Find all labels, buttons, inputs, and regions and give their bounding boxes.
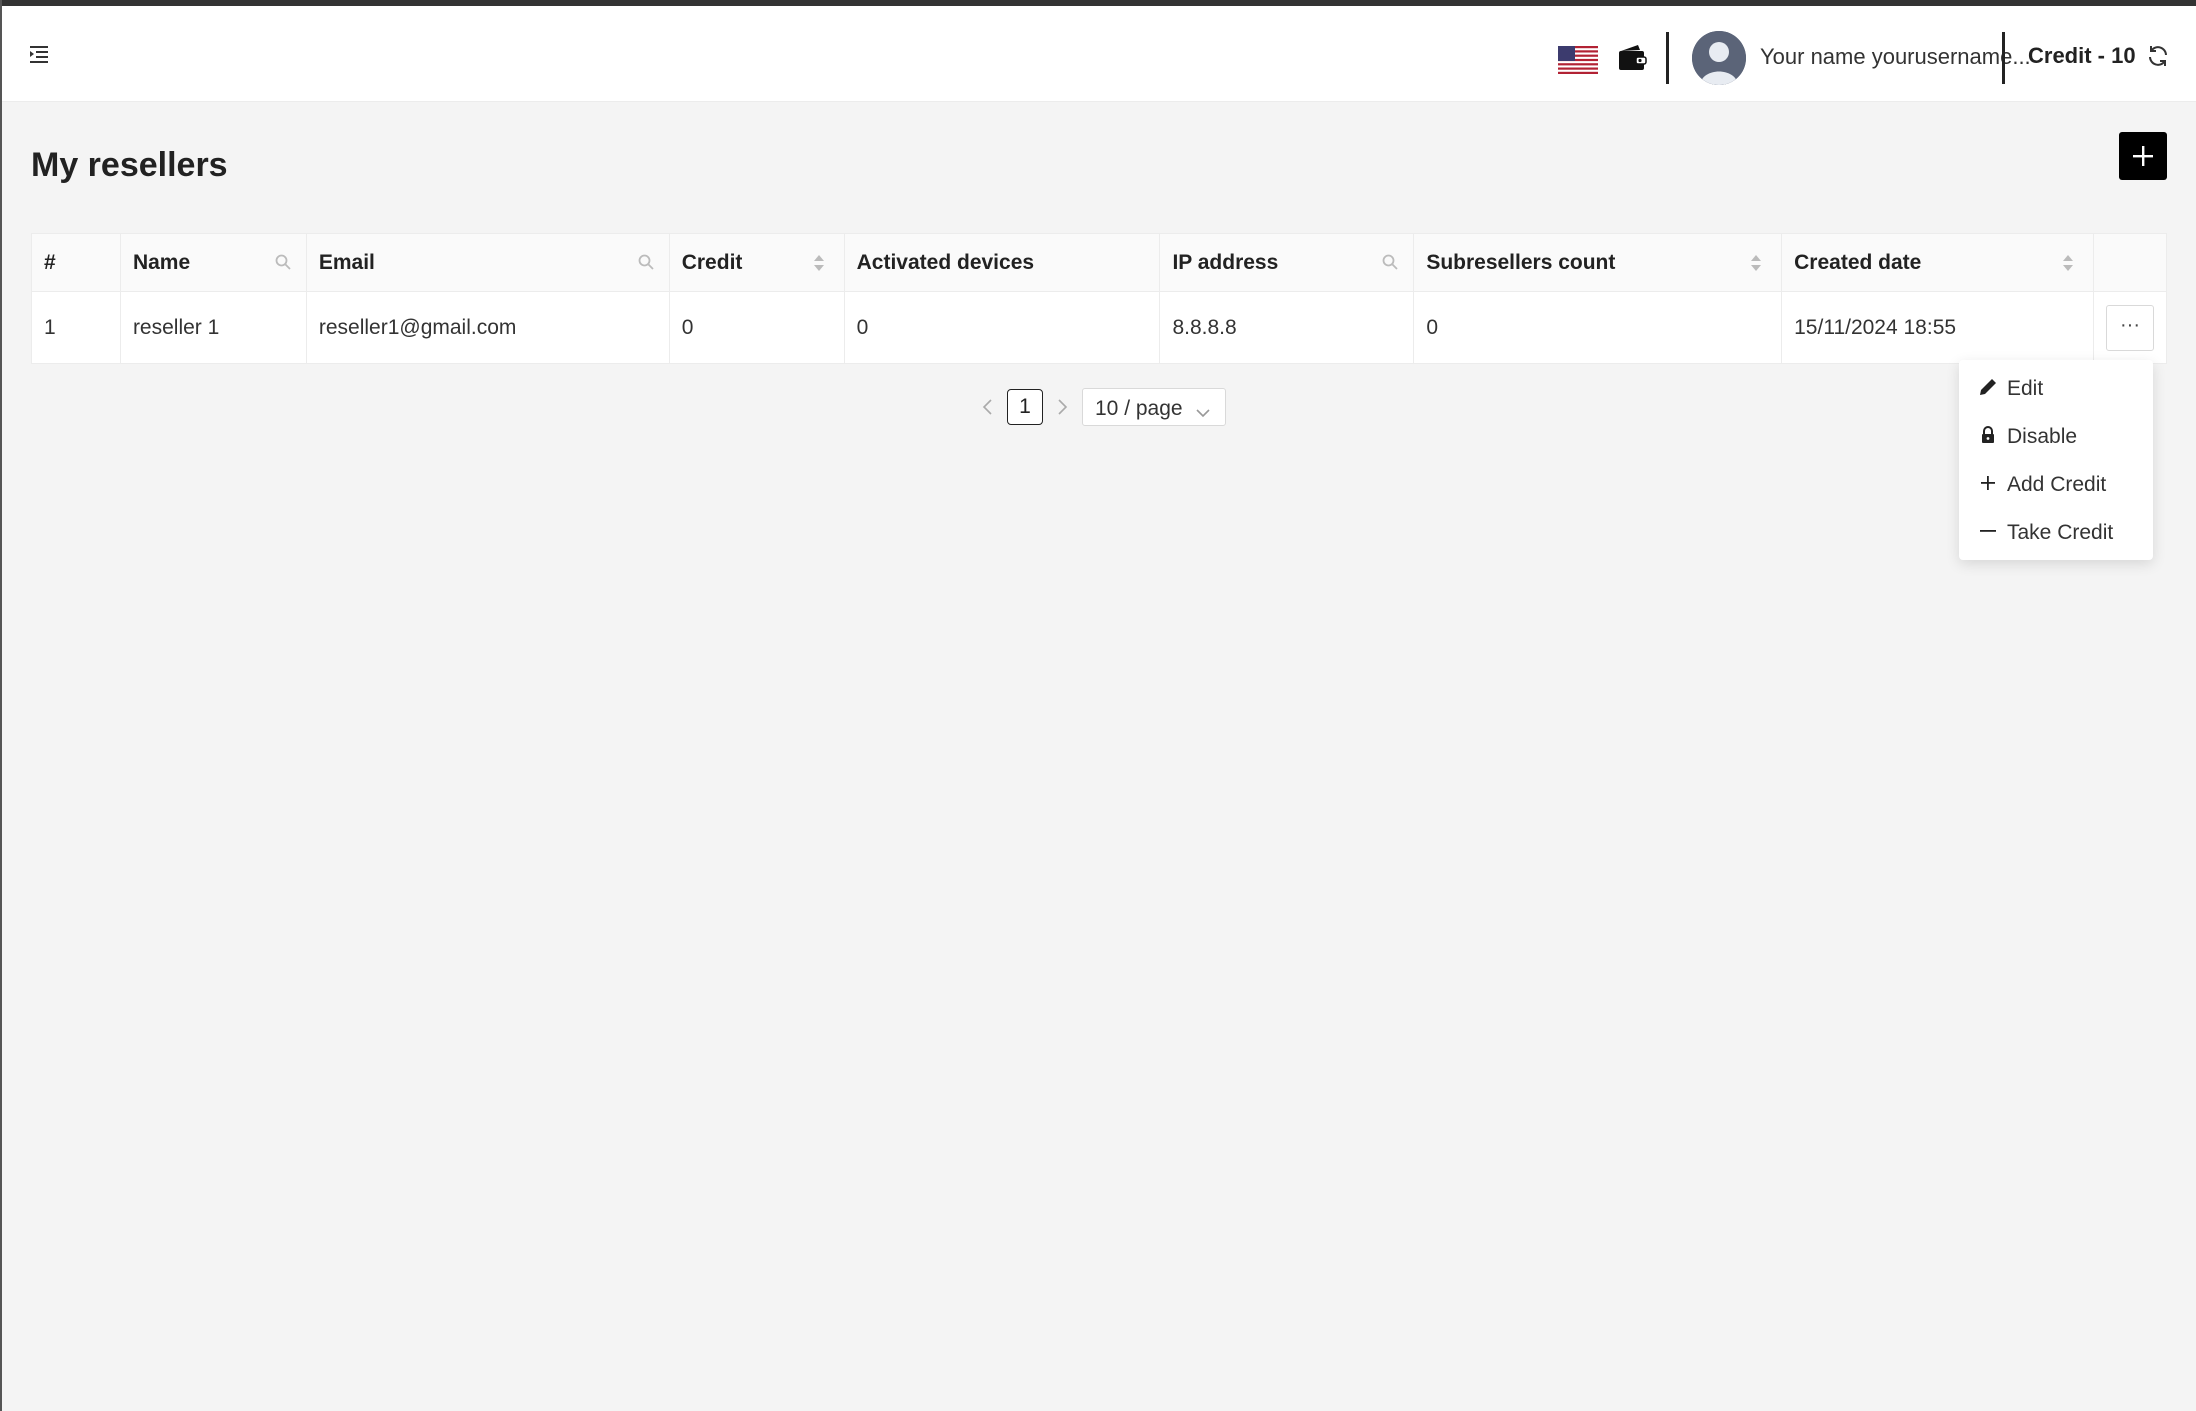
- top-header: Your name yourusername... Credit - 10: [2, 6, 2196, 102]
- cell-index: 1: [31, 291, 121, 364]
- column-header-created-date[interactable]: Created date: [1781, 233, 2094, 292]
- search-icon[interactable]: [1381, 253, 1401, 273]
- plus-icon: [1977, 472, 1999, 494]
- column-header-credit[interactable]: Credit: [668, 233, 845, 292]
- menu-item-edit[interactable]: Edit: [1959, 364, 2153, 410]
- chevron-down-icon: [1195, 401, 1211, 425]
- search-icon[interactable]: [274, 253, 294, 273]
- menu-fold-icon[interactable]: [30, 44, 56, 66]
- us-flag-icon[interactable]: [1558, 46, 1598, 74]
- plus-icon: [2133, 146, 2153, 166]
- search-icon[interactable]: [637, 253, 657, 273]
- row-actions-menu: Edit Disable Add Credit Take Credit: [1959, 360, 2153, 560]
- menu-item-take-credit[interactable]: Take Credit: [1959, 508, 2153, 554]
- credit-balance: Credit - 10: [2028, 43, 2136, 68]
- column-header-actions: [2092, 233, 2168, 292]
- wallet-icon[interactable]: [1616, 42, 1648, 74]
- cell-name: reseller 1: [119, 291, 307, 364]
- page-title: My resellers: [31, 146, 228, 184]
- minus-icon: [1977, 520, 1999, 542]
- cell-email: reseller1@gmail.com: [305, 291, 670, 364]
- column-header-subresellers-count[interactable]: Subresellers count: [1413, 233, 1783, 292]
- menu-item-disable[interactable]: Disable: [1959, 412, 2153, 458]
- sort-icon[interactable]: [1749, 253, 1769, 273]
- page-size-select[interactable]: 10 / page: [1082, 388, 1226, 426]
- add-reseller-button[interactable]: [2119, 132, 2167, 180]
- table-row: 1 reseller 1 reseller1@gmail.com 0 0 8.8…: [31, 291, 2168, 364]
- pagination-page-1[interactable]: 1: [1007, 389, 1043, 425]
- sort-icon[interactable]: [2061, 253, 2081, 273]
- page-size-label: 10 / page: [1095, 397, 1183, 420]
- edit-pencil-icon: [1977, 376, 1999, 398]
- username-label[interactable]: Your name yourusername...: [1760, 44, 2031, 70]
- left-border: [0, 0, 2, 1411]
- cell-credit: 0: [668, 291, 845, 364]
- resellers-table: # Name Email Credit Activated devices IP…: [31, 233, 2168, 364]
- cell-subresellers-count: 0: [1413, 291, 1783, 364]
- refresh-icon[interactable]: [2146, 44, 2172, 70]
- cell-activated-devices: 0: [843, 291, 1161, 364]
- menu-item-add-credit[interactable]: Add Credit: [1959, 460, 2153, 506]
- column-header-index: #: [31, 233, 121, 292]
- pagination-next-icon[interactable]: [1055, 398, 1073, 416]
- column-header-activated-devices: Activated devices: [843, 233, 1161, 292]
- column-header-email: Email: [305, 233, 670, 292]
- lock-icon: [1977, 424, 1999, 446]
- header-divider: [1666, 32, 1669, 84]
- sort-icon[interactable]: [812, 253, 832, 273]
- column-header-name: Name: [119, 233, 307, 292]
- table-header-row: # Name Email Credit Activated devices IP…: [31, 233, 2168, 292]
- pagination-prev-icon[interactable]: [981, 398, 999, 416]
- column-header-ip-address: IP address: [1159, 233, 1415, 292]
- user-avatar-icon[interactable]: [1692, 31, 1746, 85]
- header-divider: [2002, 32, 2005, 84]
- cell-ip-address: 8.8.8.8: [1159, 291, 1415, 364]
- row-actions-button[interactable]: ···: [2106, 305, 2154, 351]
- cell-created-date: 15/11/2024 18:55: [1781, 291, 2094, 364]
